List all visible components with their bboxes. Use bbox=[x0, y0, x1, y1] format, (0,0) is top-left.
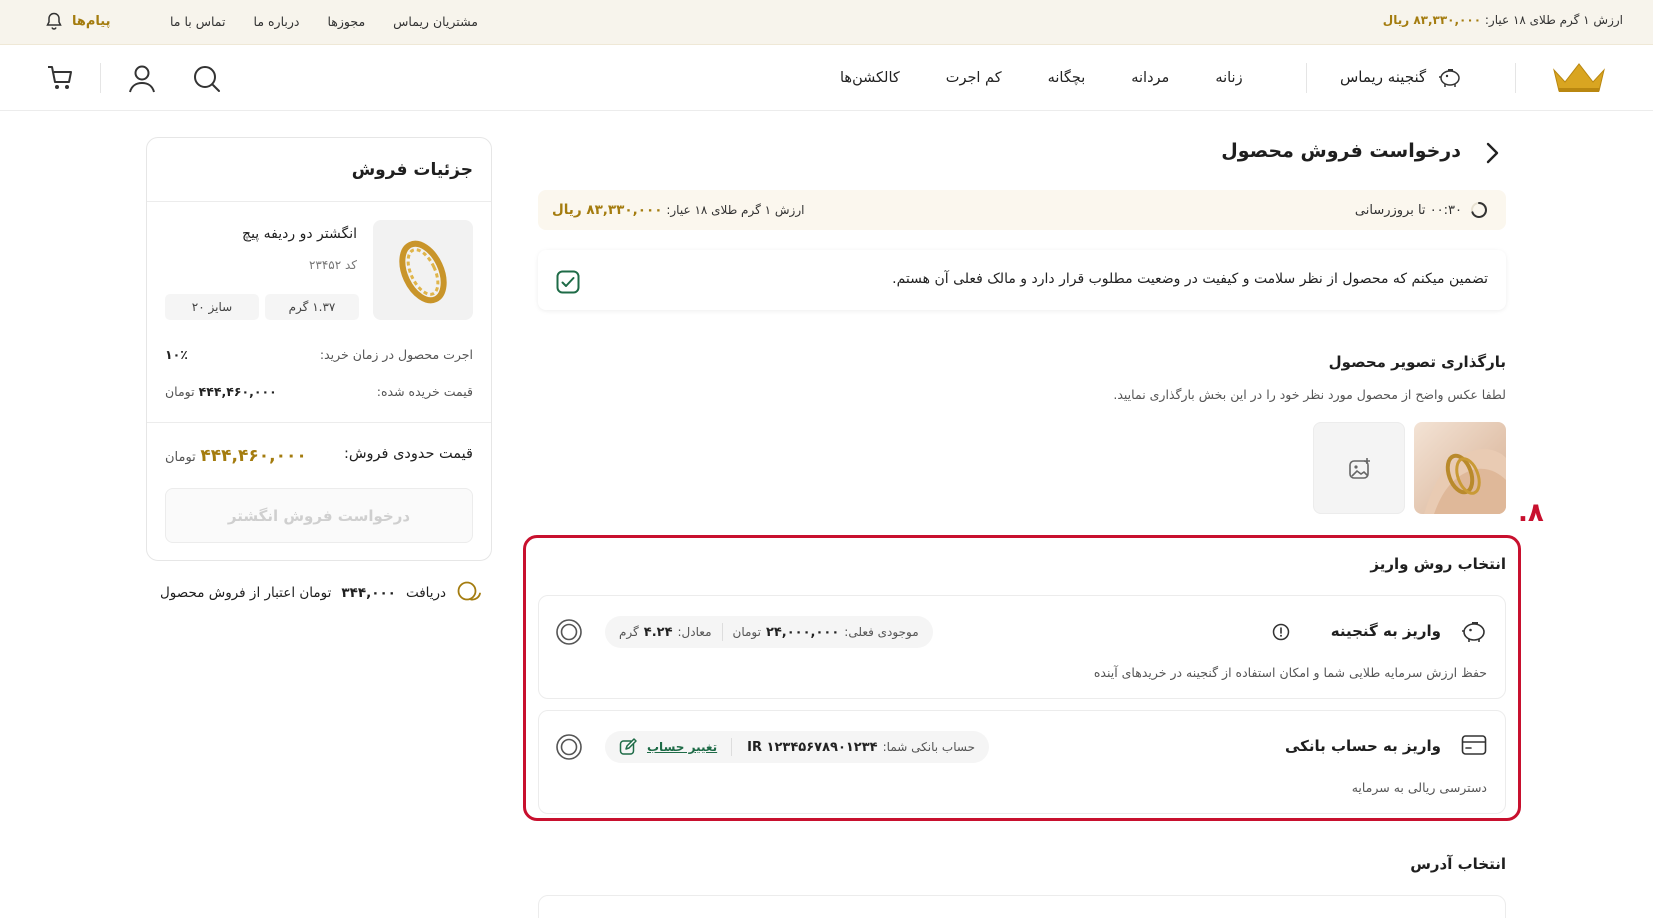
bank-account-pill: حساب بانکی شما: IR ۱۲۳۴۵۶۷۸۹۰۱۲۳۴ تغییر … bbox=[605, 731, 989, 763]
top-link-licenses[interactable]: مجوزها bbox=[327, 14, 365, 29]
guarantee-text: تضمین میکنم که محصول از نظر سلامت و کیفی… bbox=[892, 271, 1488, 287]
guarantee-card[interactable]: تضمین میکنم که محصول از نظر سلامت و کیفی… bbox=[538, 250, 1506, 310]
deposit-title: انتخاب روش واریز bbox=[1370, 555, 1506, 573]
upload-hint: لطفا عکس واضح از محصول مورد نظر خود را د… bbox=[1113, 387, 1506, 402]
purchase-price-row: قیمت خریده شده: ۴۴۴,۴۶۰,۰۰۰ تومان bbox=[165, 384, 473, 399]
product-name: انگشتر دو ردیفه پیچ bbox=[242, 226, 357, 242]
nav-divider bbox=[1515, 63, 1516, 93]
nav-link-men[interactable]: مردانه bbox=[1131, 70, 1169, 86]
treasure-balance-pill: موجودی فعلی: ۲۴,۰۰۰,۰۰۰ تومان معادل: ۴.۲… bbox=[605, 616, 933, 648]
page-title: درخواست فروش محصول bbox=[1221, 140, 1461, 162]
upload-image-button[interactable] bbox=[1313, 422, 1405, 514]
wage-row: اجرت محصول در زمان خرید: ۱۰٪ bbox=[165, 347, 473, 362]
treasure-option-title: واریز به گنجینه bbox=[1330, 622, 1441, 640]
treasure-label: گنجینه ریماس bbox=[1340, 68, 1427, 86]
cart-icon[interactable] bbox=[46, 64, 74, 92]
product-code: کد ۲۳۴۵۲ bbox=[308, 258, 357, 272]
address-title: انتخاب آدرس bbox=[1410, 855, 1506, 873]
step-number: .۸ bbox=[1518, 498, 1544, 528]
deposit-option-bank[interactable]: واریز به حساب بانکی دسترسی ریالی به سرما… bbox=[538, 710, 1506, 814]
bank-option-desc: دسترسی ریالی به سرمایه bbox=[1351, 780, 1487, 795]
rate-bar: ۰۰:۳۰ تا بروزرسانی ارزش ۱ گرم طلای ۱۸ عی… bbox=[538, 190, 1506, 230]
upload-title: بارگذاری تصویر محصول bbox=[1328, 353, 1506, 371]
messages-label: پیام‌ها bbox=[72, 13, 111, 29]
add-image-icon bbox=[1348, 457, 1372, 481]
top-bar: ارزش ۱ گرم طلای ۱۸ عیار: ۸۳,۳۳۰,۰۰۰ ریال… bbox=[0, 0, 1653, 45]
crown-logo-icon[interactable] bbox=[1551, 62, 1607, 94]
nav-divider bbox=[1306, 63, 1307, 93]
chevron-right-icon[interactable] bbox=[1481, 141, 1503, 165]
checkbox-checked-icon[interactable] bbox=[556, 270, 580, 294]
nav-link-low-wage[interactable]: کم اجرت bbox=[946, 70, 1002, 86]
edit-icon[interactable] bbox=[619, 738, 637, 756]
bank-option-title: واریز به حساب بانکی bbox=[1284, 737, 1441, 755]
nav-links: زنانه مردانه بچگانه کم اجرت کالکشن‌ها bbox=[840, 70, 1243, 86]
deposit-option-treasure[interactable]: واریز به گنجینه حفظ ارزش سرمایه طلایی شم… bbox=[538, 595, 1506, 699]
user-icon[interactable] bbox=[128, 64, 156, 94]
rate-price: ارزش ۱ گرم طلای ۱۸ عیار: ۸۳,۳۳۰,۰۰۰ ریال bbox=[552, 202, 805, 218]
sale-details-card: جزئیات فروش انگشتر دو ردیفه پیچ کد ۲۳۴۵۲… bbox=[146, 137, 492, 561]
top-link-customers[interactable]: مشتریان ریماس bbox=[393, 14, 478, 29]
timer-text: ۰۰:۳۰ تا بروزرسانی bbox=[1354, 202, 1462, 218]
top-link-contact[interactable]: تماس با ما bbox=[170, 14, 226, 29]
nav-link-kids[interactable]: بچگانه bbox=[1048, 70, 1086, 86]
change-account-link[interactable]: تغییر حساب bbox=[647, 740, 717, 754]
rate-timer: ۰۰:۳۰ تا بروزرسانی bbox=[1355, 201, 1488, 219]
treasure-option-desc: حفظ ارزش سرمایه طلایی شما و امکان استفاد… bbox=[1093, 665, 1487, 680]
nav-link-collections[interactable]: کالکشن‌ها bbox=[840, 70, 900, 86]
piggy-bank-icon bbox=[1438, 66, 1462, 88]
info-icon[interactable] bbox=[1272, 623, 1290, 641]
coins-icon bbox=[456, 580, 482, 606]
gold-price-info: ارزش ۱ گرم طلای ۱۸ عیار: ۸۳,۳۳۰,۰۰۰ ریال bbox=[1382, 13, 1623, 27]
top-links: مشتریان ریماس مجوزها درباره ما تماس با م… bbox=[170, 14, 478, 29]
radio-bank[interactable] bbox=[555, 733, 583, 761]
bank-card-icon bbox=[1461, 734, 1487, 756]
nav-link-women[interactable]: زنانه bbox=[1215, 70, 1242, 86]
sale-details-title: جزئیات فروش bbox=[351, 160, 473, 180]
product-photo[interactable] bbox=[1414, 422, 1506, 514]
estimated-price-row: قیمت حدودی فروش: ۴۴۴,۴۶۰,۰۰۰ تومان bbox=[165, 446, 473, 466]
product-thumbnail bbox=[373, 220, 473, 320]
address-card[interactable] bbox=[538, 895, 1506, 918]
radio-treasure[interactable] bbox=[555, 618, 583, 646]
piggy-bank-icon bbox=[1461, 619, 1487, 643]
weight-chip: ۱.۳۷ گرم bbox=[265, 294, 359, 320]
search-icon[interactable] bbox=[192, 64, 222, 94]
credit-info: دریافت ۳۴۴,۰۰۰ تومان اعتبار از فروش محصو… bbox=[160, 580, 482, 606]
size-chip: سایز ۲۰ bbox=[165, 294, 259, 320]
refresh-timer-icon bbox=[1470, 201, 1488, 219]
nav-treasure[interactable]: گنجینه ریماس bbox=[1340, 66, 1462, 88]
sell-request-button[interactable]: درخواست فروش انگشتر bbox=[165, 488, 473, 543]
bell-icon bbox=[46, 12, 62, 30]
top-link-about[interactable]: درباره ما bbox=[254, 14, 300, 29]
messages-link[interactable]: پیام‌ها bbox=[46, 12, 111, 30]
nav-divider bbox=[100, 63, 101, 93]
